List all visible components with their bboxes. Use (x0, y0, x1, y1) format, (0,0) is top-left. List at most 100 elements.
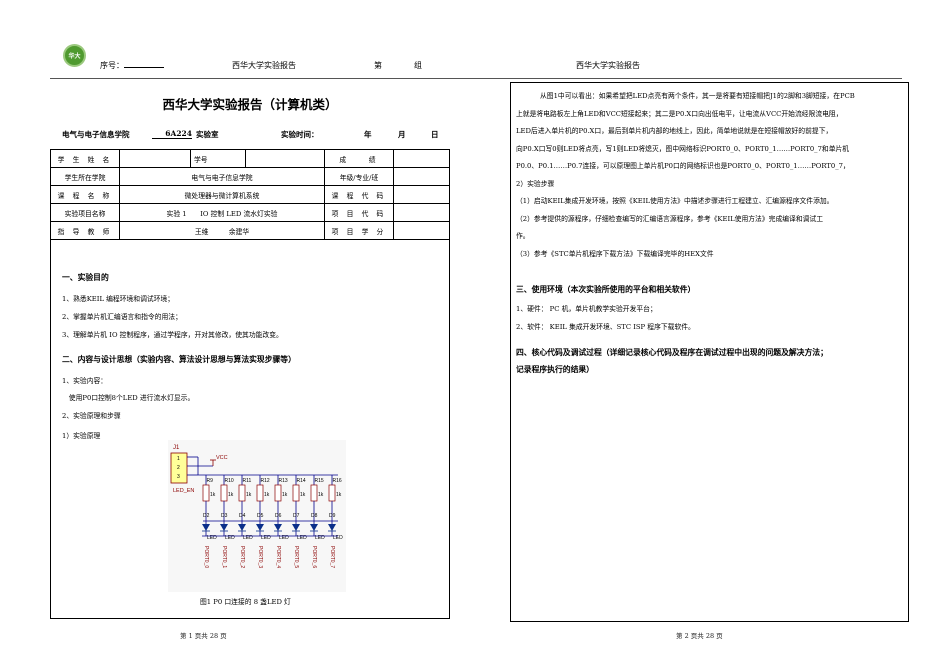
table-cell: 实验 1 IO 控制 LED 流水灯实验 (119, 203, 325, 222)
figure-caption: 图1 P0 口连接的 8 盏LED 灯 (200, 598, 291, 606)
table-row: 学生所在学院 电气与电子信息学院 年级/专业/班 (50, 167, 450, 186)
section-1-item: 1、熟悉KEIL 编程环境和调试环境； (62, 295, 175, 303)
diode-label: D7 (293, 513, 300, 519)
table-cell: 学生所在学院 (50, 167, 120, 186)
table-cell: 学号 (190, 149, 246, 168)
diode-label: D9 (329, 513, 336, 519)
section-4-title-cont: 记录程序执行的结果） (516, 365, 594, 374)
resistor-value: 1k (228, 492, 234, 498)
student-number-blank[interactable] (124, 67, 164, 68)
table-cell: 年级/专业/班 (324, 167, 394, 186)
port-label: PORT0_7 (329, 546, 335, 568)
paragraph-line: 从图1中可以看出：如果希望把LED点亮有两个条件，其一是将要有短接帽把J1的2脚… (540, 92, 855, 100)
resistor-label: R16 (333, 478, 342, 484)
table-cell[interactable] (393, 185, 450, 204)
resistor-body (292, 484, 300, 502)
header-divider (50, 78, 902, 79)
table-cell: 指 导 教 师 (50, 221, 120, 240)
school-name: 电气与电子信息学院 (62, 130, 130, 139)
table-cell: 课 程 代 码 (324, 185, 394, 204)
diode-label: D6 (275, 513, 282, 519)
year-label: 年 (364, 130, 372, 139)
table-cell: 项 目 代 码 (324, 203, 394, 222)
table-cell[interactable] (393, 149, 450, 168)
header-group-prefix: 第 (374, 61, 382, 70)
resistor-label: R10 (225, 478, 234, 484)
table-cell[interactable] (393, 167, 450, 186)
day-label: 日 (431, 130, 439, 139)
section-2-item: 2、实验原理和步骤 (62, 412, 121, 420)
port-label: PORT0_3 (257, 546, 263, 568)
table-cell: 成 绩 (324, 149, 394, 168)
table-cell: 课 程 名 称 (50, 185, 120, 204)
resistor-body (274, 484, 282, 502)
table-row: 实验项目名称 实验 1 IO 控制 LED 流水灯实验 项 目 代 码 (50, 203, 450, 222)
left-page-footer: 第 1 页共 28 页 (180, 632, 227, 640)
port-label: PORT0_2 (239, 546, 245, 568)
diode-label: D8 (311, 513, 318, 519)
resistor-value: 1k (336, 492, 342, 498)
table-cell[interactable] (393, 203, 450, 222)
student-number-label: 序号： (100, 61, 124, 70)
connector-pin: 1 (177, 456, 180, 462)
header-right-report-title: 西华大学实验报告 (576, 61, 640, 70)
resistor-label: R14 (297, 478, 306, 484)
experiment-time-label: 实验时间： (281, 130, 319, 139)
info-table: 学 生 姓 名 学号 成 绩 学生所在学院 电气与电子信息学院 年级/专业/班 … (50, 149, 450, 240)
connector-pin: 3 (177, 474, 180, 480)
resistor-body (202, 484, 210, 502)
section-4-title: 四、核心代码及调试过程（详细记录核心代码及程序在调试过程中出现的问题及解决方法； (516, 348, 828, 357)
port-label: PORT0_0 (203, 546, 209, 568)
diode-label: D3 (221, 513, 228, 519)
led-schematic-diagram: J1 1 2 3 LED_EN VCC R91kD2LEDPORT0_0R101… (168, 440, 346, 592)
section-3-item: 2、软件： KEIL 集成开发环境、STC ISP 程序下载软件。 (516, 323, 695, 331)
table-cell[interactable] (119, 149, 191, 168)
connector-label: J1 (173, 445, 180, 451)
table-cell[interactable] (245, 149, 325, 168)
resistor-label: R12 (261, 478, 270, 484)
step-item: 作。 (516, 232, 530, 240)
port-label: PORT0_1 (221, 546, 227, 568)
section-1-item: 2、掌握单片机汇编语言和指令的用法； (62, 313, 182, 321)
table-row: 课 程 名 称 微处理器与微计算机系统 课 程 代 码 (50, 185, 450, 204)
section-1-item: 3、理解单片机 IO 控制程序，通过学程序，开对其修改，使其功能改变。 (62, 331, 283, 339)
step-item: （1）启动KEIL集成开发环境，按照《KEIL使用方法》中描述步骤进行工程建立、… (516, 197, 834, 205)
steps-title: 2）实验步骤 (516, 179, 555, 188)
resistor-value: 1k (300, 492, 306, 498)
table-row: 指 导 教 师 王维 余建华 项 目 学 分 (50, 221, 450, 240)
diode-label: D2 (203, 513, 210, 519)
right-page-footer: 第 2 页共 28 页 (676, 632, 723, 640)
table-cell: 微处理器与微计算机系统 (119, 185, 325, 204)
resistor-body (256, 484, 264, 502)
table-cell[interactable] (393, 221, 450, 240)
port-label: PORT0_4 (275, 546, 281, 568)
net-label-led-en: LED_EN (173, 488, 194, 494)
student-number-field[interactable]: 序号： (100, 60, 164, 71)
section-3-title: 三、使用环境（本次实验所使用的平台和相关软件） (516, 285, 696, 294)
diode-label: D4 (239, 513, 246, 519)
section-3-item: 1、硬件： PC 机，单片机教学实验开发平台； (516, 305, 657, 313)
header-group-suffix: 组 (414, 61, 422, 70)
table-cell: 项 目 学 分 (324, 221, 394, 240)
resistor-label: R15 (315, 478, 324, 484)
header-left-report-title: 西华大学实验报告 (232, 61, 296, 70)
resistor-label: R13 (279, 478, 288, 484)
paragraph-line: 上就是将电路板左上角LED和VCC短接起来；其二是P0.X口向出低电平，让电流从… (516, 109, 843, 118)
paragraph-line: 向P0.X口写0则LED将点亮，写1则LED将熄灭，图中网络标识PORT0_0、… (516, 144, 850, 153)
paragraph-line: LED后进入单片机的P0.X口，最后到单片机内部的地线上，因此，简单地说就是在短… (516, 127, 833, 135)
resistor-body (310, 484, 318, 502)
resistor-body (220, 484, 228, 502)
table-cell: 学 生 姓 名 (50, 149, 120, 168)
resistor-value: 1k (282, 492, 288, 498)
section-2-item: 1、实验内容： (62, 377, 108, 385)
lab-room-suffix: 实验室 (196, 130, 219, 139)
section-2-item: 使用P0口控制8个LED 进行流水灯显示。 (62, 394, 195, 402)
section-2-title: 二、内容与设计思想（实验内容、算法设计思想与算法实现步骤等） (62, 355, 296, 364)
connector-pin: 2 (177, 465, 180, 471)
school-logo: 华大 (63, 44, 86, 67)
resistor-value: 1k (246, 492, 252, 498)
resistor-value: 1k (210, 492, 216, 498)
resistor-body (328, 484, 336, 502)
table-cell: 电气与电子信息学院 (119, 167, 325, 186)
resistor-body (238, 484, 246, 502)
